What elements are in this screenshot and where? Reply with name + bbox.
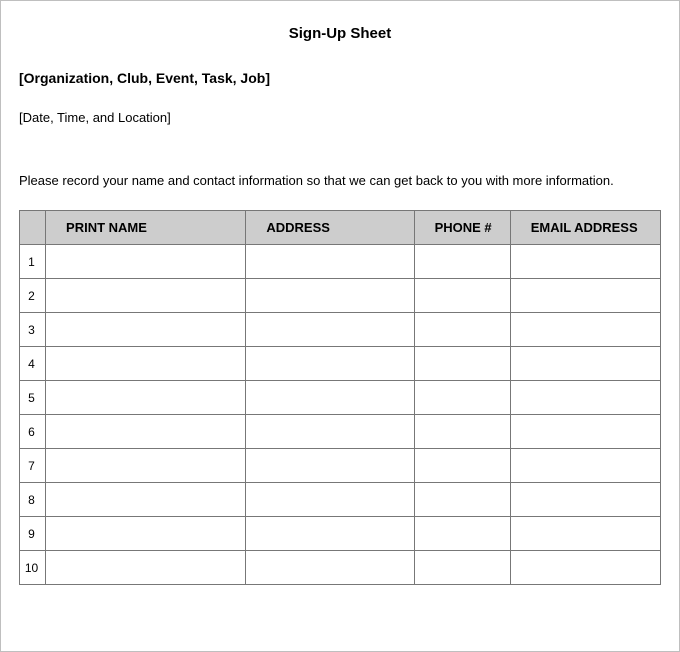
row-number: 9	[20, 517, 46, 551]
cell-address	[246, 449, 414, 483]
cell-name	[46, 517, 246, 551]
table-row: 3	[20, 313, 661, 347]
row-number: 6	[20, 415, 46, 449]
cell-email	[510, 381, 660, 415]
cell-phone	[414, 449, 510, 483]
cell-address	[246, 279, 414, 313]
row-number: 10	[20, 551, 46, 585]
cell-name	[46, 449, 246, 483]
cell-phone	[414, 381, 510, 415]
cell-name	[46, 347, 246, 381]
table-row: 9	[20, 517, 661, 551]
row-number: 1	[20, 245, 46, 279]
table-header-row: PRINT NAME ADDRESS PHONE # EMAIL ADDRESS	[20, 211, 661, 245]
cell-phone	[414, 347, 510, 381]
table-row: 10	[20, 551, 661, 585]
sign-up-sheet-page: Sign-Up Sheet [Organization, Club, Event…	[0, 0, 680, 652]
cell-address	[246, 313, 414, 347]
organization-placeholder: [Organization, Club, Event, Task, Job]	[19, 70, 661, 86]
cell-address	[246, 551, 414, 585]
cell-email	[510, 313, 660, 347]
cell-email	[510, 483, 660, 517]
table-row: 5	[20, 381, 661, 415]
cell-name	[46, 279, 246, 313]
table-row: 4	[20, 347, 661, 381]
cell-phone	[414, 245, 510, 279]
row-number: 2	[20, 279, 46, 313]
table-row: 7	[20, 449, 661, 483]
col-header-email: EMAIL ADDRESS	[510, 211, 660, 245]
cell-name	[46, 381, 246, 415]
cell-phone	[414, 517, 510, 551]
instructions-text: Please record your name and contact info…	[19, 173, 661, 188]
cell-email	[510, 245, 660, 279]
cell-address	[246, 483, 414, 517]
cell-email	[510, 279, 660, 313]
signup-table: PRINT NAME ADDRESS PHONE # EMAIL ADDRESS…	[19, 210, 661, 585]
col-header-number	[20, 211, 46, 245]
table-row: 1	[20, 245, 661, 279]
cell-email	[510, 415, 660, 449]
datetime-placeholder: [Date, Time, and Location]	[19, 110, 661, 125]
cell-address	[246, 517, 414, 551]
table-row: 6	[20, 415, 661, 449]
col-header-name: PRINT NAME	[46, 211, 246, 245]
cell-email	[510, 449, 660, 483]
page-title: Sign-Up Sheet	[19, 25, 661, 42]
cell-email	[510, 517, 660, 551]
cell-name	[46, 245, 246, 279]
cell-email	[510, 551, 660, 585]
cell-email	[510, 347, 660, 381]
cell-name	[46, 551, 246, 585]
cell-address	[246, 415, 414, 449]
cell-address	[246, 381, 414, 415]
table-row: 2	[20, 279, 661, 313]
col-header-phone: PHONE #	[414, 211, 510, 245]
cell-phone	[414, 279, 510, 313]
cell-address	[246, 347, 414, 381]
cell-address	[246, 245, 414, 279]
row-number: 7	[20, 449, 46, 483]
row-number: 5	[20, 381, 46, 415]
table-row: 8	[20, 483, 661, 517]
cell-name	[46, 415, 246, 449]
cell-name	[46, 313, 246, 347]
row-number: 4	[20, 347, 46, 381]
cell-phone	[414, 313, 510, 347]
row-number: 3	[20, 313, 46, 347]
cell-phone	[414, 415, 510, 449]
row-number: 8	[20, 483, 46, 517]
col-header-address: ADDRESS	[246, 211, 414, 245]
cell-phone	[414, 483, 510, 517]
cell-phone	[414, 551, 510, 585]
cell-name	[46, 483, 246, 517]
